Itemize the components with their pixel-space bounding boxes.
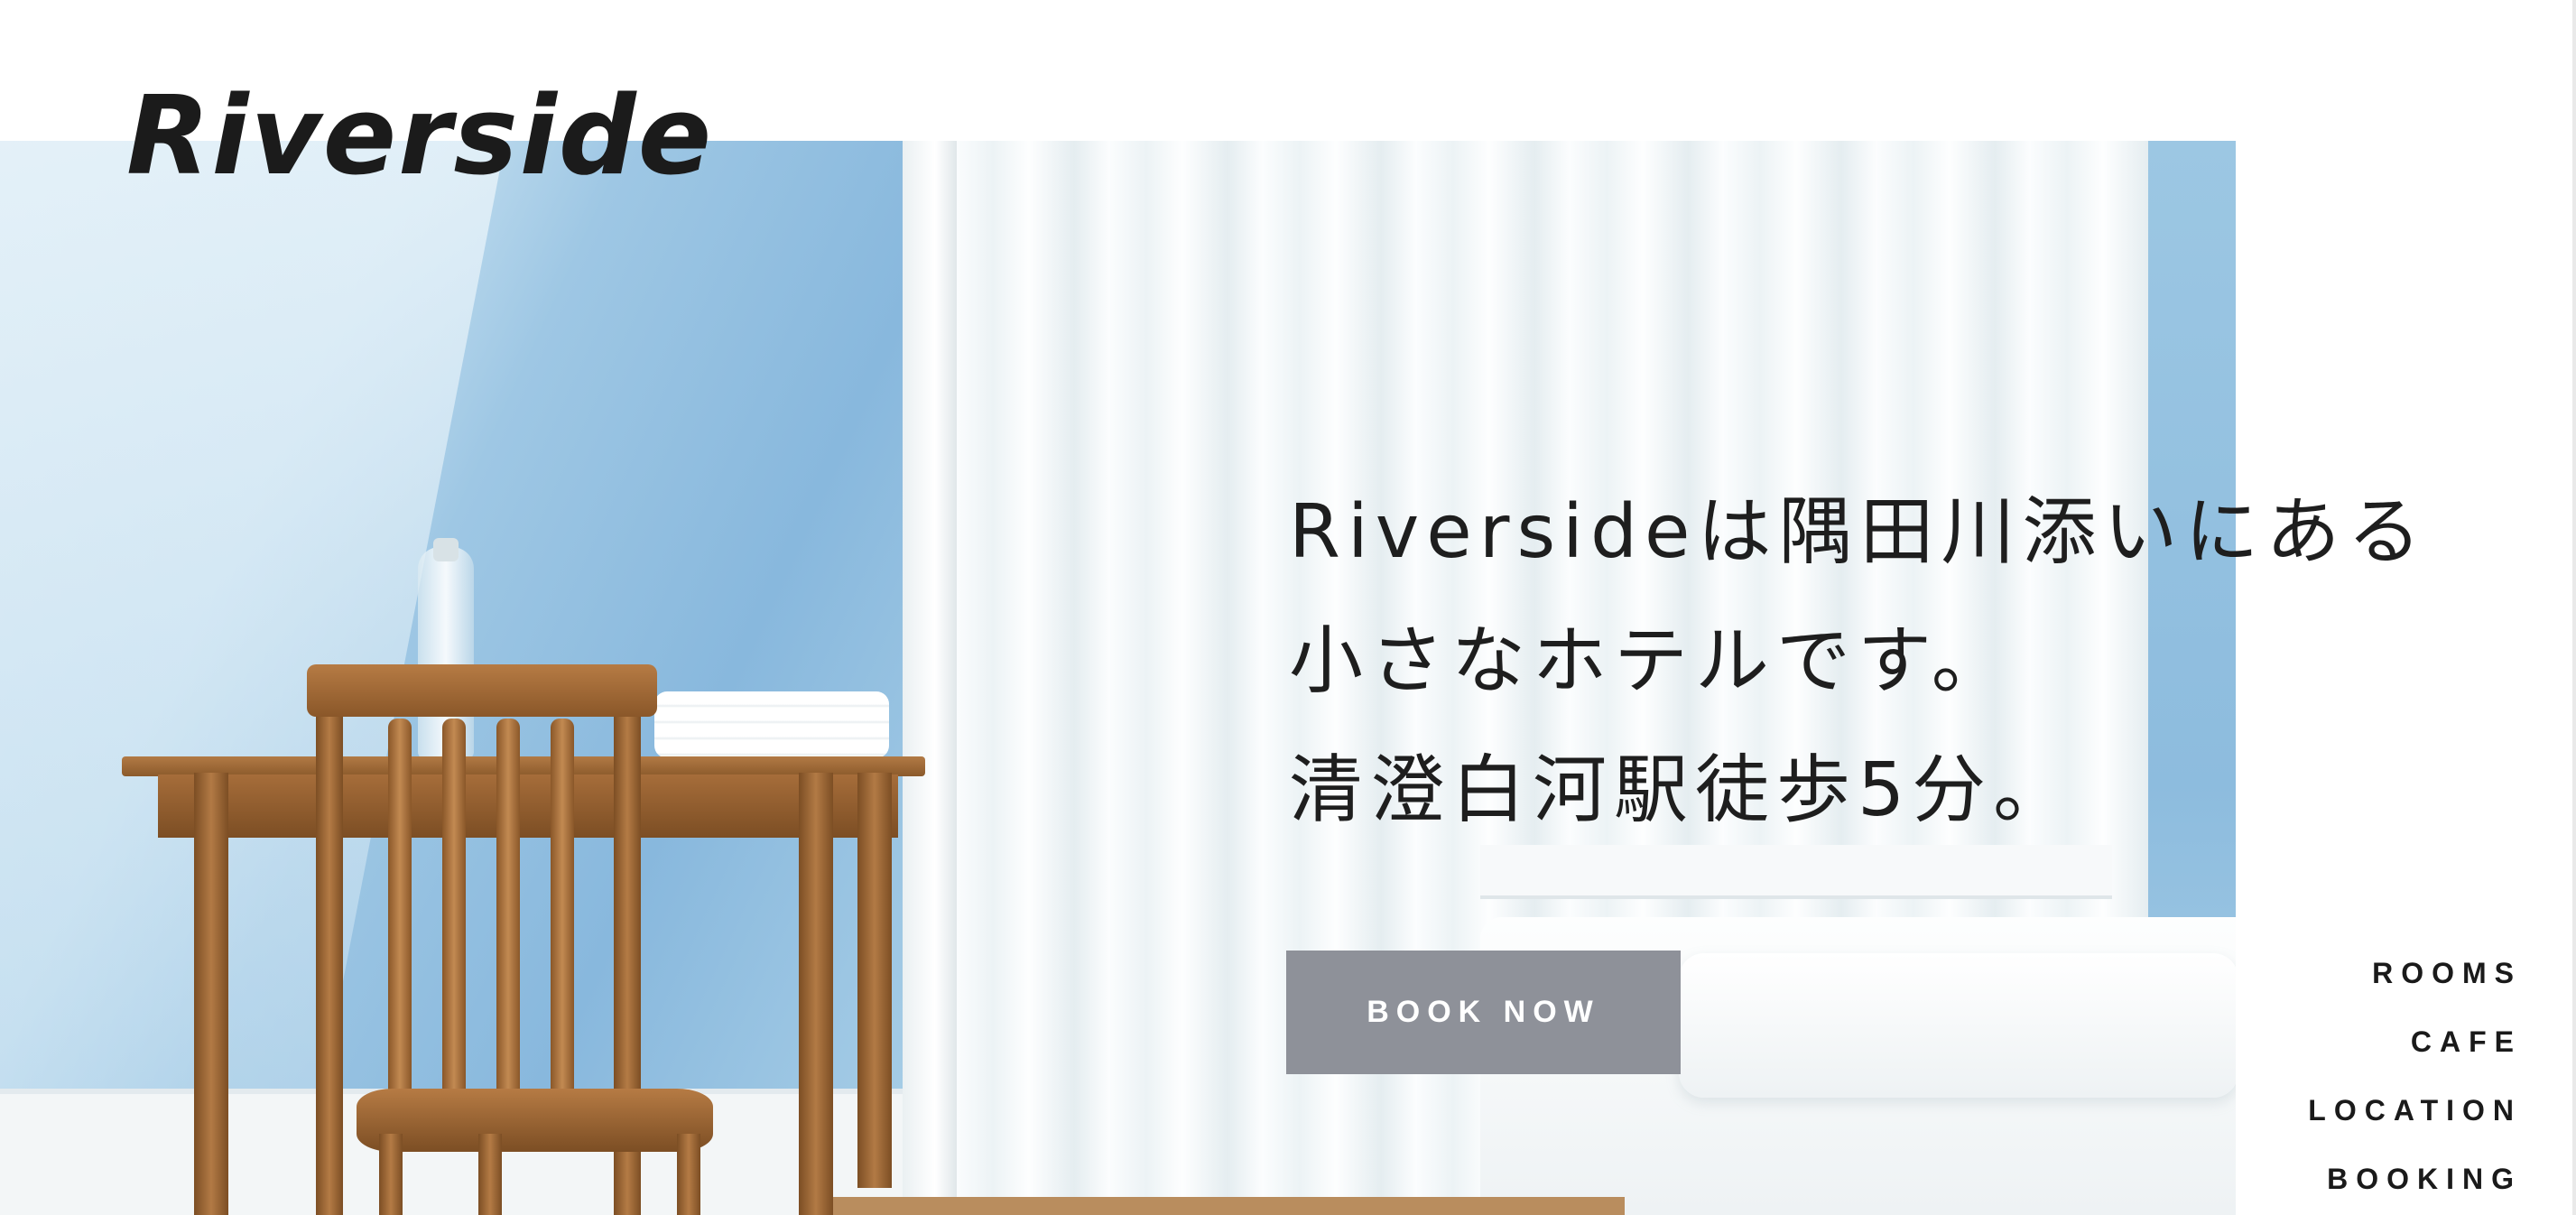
towels	[654, 691, 889, 758]
chair-seat	[357, 1089, 713, 1152]
nav-item-cafe[interactable]: CAFE	[2189, 1007, 2522, 1076]
floor	[812, 1197, 1625, 1215]
site-logo[interactable]: Riverside	[126, 83, 713, 191]
chair-post	[316, 682, 343, 1215]
hero-headline: Riversideは隅田川添いにある 小さなホテルです。 清澄白河駅徒歩5分。	[1289, 468, 2553, 855]
nav-item-rooms[interactable]: ROOMS	[2189, 939, 2522, 1007]
headline-line-3: 清澄白河駅徒歩5分。	[1289, 747, 2075, 833]
nav-item-location[interactable]: LOCATION	[2189, 1076, 2522, 1145]
headline-line-1: Riversideは隅田川添いにある	[1289, 489, 2429, 575]
headline-line-2: 小さなホテルです。	[1289, 618, 2013, 704]
chair-slat	[442, 719, 466, 1098]
table-leg	[799, 773, 833, 1215]
chair-leg	[478, 1134, 502, 1215]
main-nav: ROOMS CAFE LOCATION BOOKING	[2189, 939, 2514, 1213]
chair-slat	[551, 719, 574, 1098]
table-apron	[158, 774, 898, 838]
pillow	[1679, 953, 2236, 1098]
book-now-button[interactable]: BOOK NOW	[1286, 951, 1681, 1074]
chair-slat	[388, 719, 412, 1098]
chair-back	[307, 664, 657, 717]
table-leg	[194, 773, 228, 1215]
page-edge	[2572, 0, 2576, 1215]
chair-slat	[496, 719, 520, 1098]
bottle-cap	[433, 538, 459, 561]
chair-leg	[379, 1134, 403, 1215]
nav-item-booking[interactable]: BOOKING	[2189, 1145, 2522, 1213]
doorframe	[903, 141, 957, 1215]
table-leg	[857, 773, 892, 1188]
chair-leg	[677, 1134, 700, 1215]
book-now-label: BOOK NOW	[1367, 995, 1600, 1029]
